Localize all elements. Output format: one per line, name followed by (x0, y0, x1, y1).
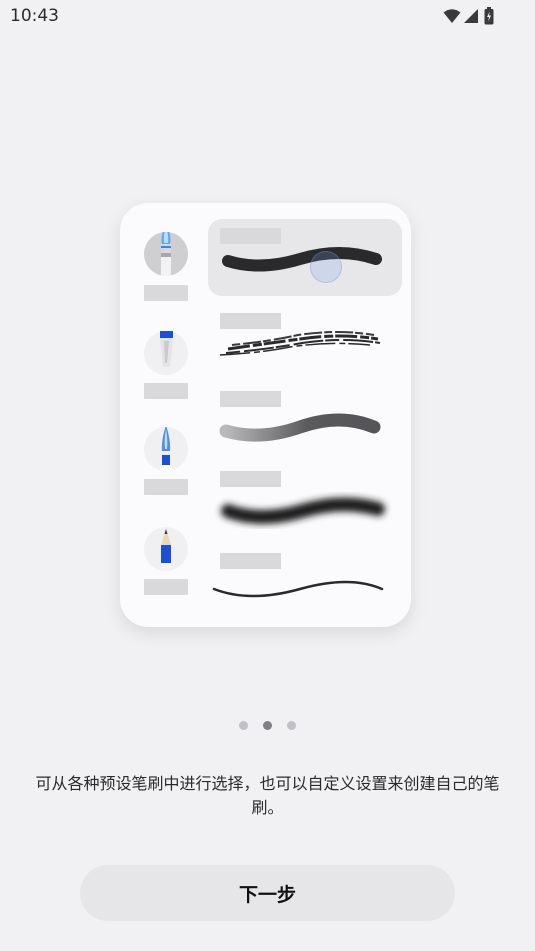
marker-icon (144, 331, 188, 375)
brush-name-placeholder (220, 471, 281, 487)
brush-row-marker (120, 303, 411, 399)
brush-row-paintbrush (120, 203, 411, 301)
brush-stroke-preview (222, 247, 382, 272)
brush-row-pencil (120, 523, 411, 613)
next-button[interactable]: 下一步 (80, 865, 455, 921)
status-time: 10:43 (10, 6, 59, 26)
paint-brush-icon (144, 232, 188, 276)
brush-label-placeholder (144, 579, 188, 595)
brush-stroke-preview (212, 580, 384, 598)
brush-preset-illustration (120, 203, 411, 627)
brush-label-placeholder (144, 383, 188, 399)
brush-stroke-preview (219, 413, 381, 442)
page-dot-1 (239, 721, 248, 730)
status-icons (443, 7, 503, 25)
page-dot-3 (287, 721, 296, 730)
page-indicator (239, 721, 297, 731)
brush-stroke-preview (219, 331, 381, 356)
page-dot-2-active (263, 721, 272, 730)
pencil-icon (144, 527, 188, 571)
description-text: 可从各种预设笔刷中进行选择，也可以自定义设置来创建自己的笔刷。 (35, 774, 500, 817)
brush-label-placeholder (144, 285, 188, 301)
status-bar: 10:43 (0, 0, 535, 32)
wifi-icon (443, 9, 461, 23)
touch-indicator (310, 251, 342, 283)
signal-icon (464, 9, 478, 23)
battery-charging-icon (484, 7, 494, 25)
